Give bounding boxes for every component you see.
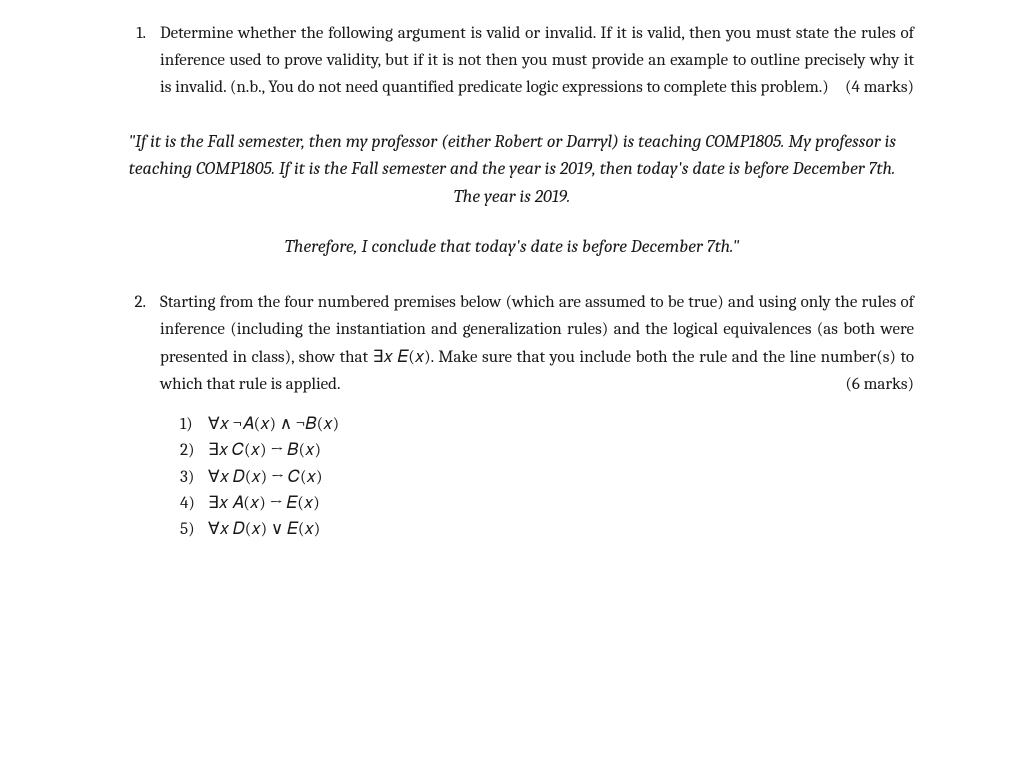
premise-4: 4) ∃𝑥 𝐴(𝑥) → 𝐸(𝑥) xyxy=(180,491,914,517)
quote-conclusion: Therefore, I conclude that today's date … xyxy=(120,233,904,261)
marks-label: (4 marks) xyxy=(845,74,914,101)
premise-expression: ∃𝑥 𝐶(𝑥) → 𝐵(𝑥) xyxy=(208,438,321,464)
argument-quote: "If it is the Fall semester, then my pro… xyxy=(120,128,904,262)
premise-2: 2) ∃𝑥 𝐶(𝑥) → 𝐵(𝑥) xyxy=(180,438,914,464)
premise-number: 2) xyxy=(180,438,208,464)
question-row: 1. Determine whether the following argum… xyxy=(110,20,914,102)
question-number: 1. xyxy=(110,20,160,47)
premise-number: 4) xyxy=(180,491,208,517)
premise-expression: ∀𝑥 𝐷(𝑥) ∨ 𝐸(𝑥) xyxy=(208,517,320,543)
premise-expression: ∃𝑥 𝐴(𝑥) → 𝐸(𝑥) xyxy=(208,491,320,517)
goal-expression: ∃𝑥 𝐸(𝑥) xyxy=(373,348,431,367)
premises-list: 1) ∀𝑥 ¬𝐴(𝑥) ∧ ¬𝐵(𝑥) 2) ∃𝑥 𝐶(𝑥) → 𝐵(𝑥) 3)… xyxy=(180,412,914,544)
marks-label: (6 marks) xyxy=(845,371,914,398)
premise-expression: ∀𝑥 ¬𝐴(𝑥) ∧ ¬𝐵(𝑥) xyxy=(208,412,339,438)
quote-premises: "If it is the Fall semester, then my pro… xyxy=(120,128,904,212)
premise-expression: ∀𝑥 𝐷(𝑥) → 𝐶(𝑥) xyxy=(208,465,322,491)
quote-gap xyxy=(120,211,904,233)
premise-number: 1) xyxy=(180,412,208,438)
premise-number: 5) xyxy=(180,517,208,543)
premise-3: 3) ∀𝑥 𝐷(𝑥) → 𝐶(𝑥) xyxy=(180,465,914,491)
premise-1: 1) ∀𝑥 ¬𝐴(𝑥) ∧ ¬𝐵(𝑥) xyxy=(180,412,914,438)
document-page: 1. Determine whether the following argum… xyxy=(0,0,1024,544)
question-row: 2. Starting from the four numbered premi… xyxy=(110,289,914,543)
question-body: Determine whether the following argument… xyxy=(160,20,914,102)
question-body: Starting from the four numbered premises… xyxy=(160,289,914,543)
question-1: 1. Determine whether the following argum… xyxy=(110,20,914,261)
premise-5: 5) ∀𝑥 𝐷(𝑥) ∨ 𝐸(𝑥) xyxy=(180,517,914,543)
question-2: 2. Starting from the four numbered premi… xyxy=(110,289,914,543)
question-number: 2. xyxy=(110,289,160,316)
question-text: Determine whether the following argument… xyxy=(160,24,914,97)
premise-number: 3) xyxy=(180,465,208,491)
